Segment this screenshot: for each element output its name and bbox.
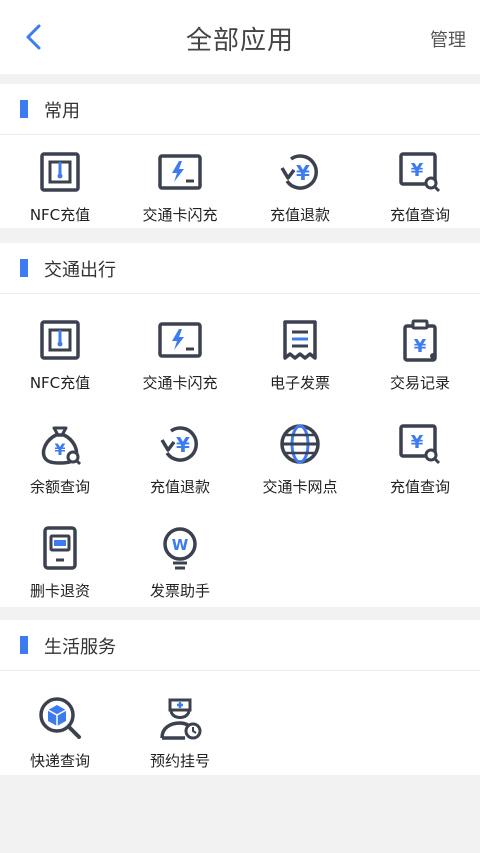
svg-text:¥: ¥ [54, 440, 65, 459]
app-item-e-invoice[interactable]: 电子发票 [240, 318, 360, 408]
app-item-nfc-recharge[interactable]: NFC充值 [0, 318, 120, 408]
invoice-icon [283, 320, 317, 360]
section-title: 交通出行 [44, 260, 116, 281]
nfc-card-icon [40, 152, 80, 192]
nurse-appointment-icon [160, 698, 202, 740]
svg-text:¥: ¥ [411, 432, 424, 453]
app-item-transaction-record[interactable]: ¥ 交易记录 [360, 318, 480, 408]
svg-text:W: W [172, 536, 189, 554]
phone-card-icon [43, 526, 77, 570]
recharge-query-icon: ¥ [399, 152, 441, 193]
section-marker [20, 100, 28, 118]
app-item-delete-card-refund[interactable]: 删卡退资 [0, 526, 120, 616]
section-title: 常用 [44, 101, 80, 122]
app-item-card-outlets[interactable]: 交通卡网点 [240, 422, 360, 512]
section-title: 生活服务 [44, 637, 116, 658]
app-item-invoice-assistant[interactable]: W 发票助手 [120, 526, 240, 616]
app-item-label: 电子发票 [269, 374, 330, 392]
app-item-label: 充值退款 [269, 206, 330, 224]
svg-text:¥: ¥ [414, 336, 427, 357]
app-item-label: 预约挂号 [149, 752, 210, 770]
flash-charge-icon [158, 154, 202, 190]
app-item-label: 充值退款 [149, 478, 210, 496]
navigation-bar: 全部应用 管理 [0, 0, 480, 74]
app-item-label: 交通卡闪充 [142, 374, 218, 392]
section-transport: 交通出行 NFC充值 交通卡闪充 电子发票 ¥ 交易记录 ¥ 余额查询 ¥ 充值退… [0, 243, 480, 607]
app-item-label: 交易记录 [389, 374, 450, 392]
app-item-label: 充值查询 [389, 478, 450, 496]
app-item-flash-charge[interactable]: 交通卡闪充 [120, 150, 240, 240]
app-item-label: 余额查询 [29, 478, 90, 496]
page-title: 全部应用 [185, 26, 294, 56]
svg-text:¥: ¥ [411, 160, 424, 181]
parcel-search-icon [39, 697, 81, 739]
svg-text:¥: ¥ [176, 433, 190, 457]
app-item-balance-query[interactable]: ¥ 余额查询 [0, 422, 120, 512]
section-header: 常用 [0, 84, 480, 135]
app-item-label: 删卡退资 [29, 582, 90, 600]
section-marker [20, 259, 28, 277]
svg-text:¥: ¥ [296, 161, 310, 185]
app-item-recharge-refund[interactable]: ¥ 充值退款 [120, 422, 240, 512]
app-item-label: 交通卡网点 [262, 478, 338, 496]
app-item-label: 充值查询 [389, 206, 450, 224]
section-life-services: 生活服务 快递查询 预约挂号 [0, 620, 480, 775]
recharge-query-icon: ¥ [399, 424, 441, 465]
refund-icon: ¥ [160, 426, 198, 462]
manage-button[interactable]: 管理 [430, 26, 466, 52]
app-item-appointment[interactable]: 预约挂号 [120, 696, 240, 786]
app-item-label: NFC充值 [29, 374, 91, 392]
app-item-label: NFC充值 [29, 206, 91, 224]
flash-charge-icon [158, 322, 202, 358]
section-marker [20, 636, 28, 654]
app-item-label: 发票助手 [149, 582, 210, 600]
section-header: 交通出行 [0, 243, 480, 294]
app-item-recharge-query[interactable]: ¥ 充值查询 [360, 150, 480, 240]
app-item-label: 交通卡闪充 [142, 206, 218, 224]
app-item-flash-charge[interactable]: 交通卡闪充 [120, 318, 240, 408]
lightbulb-icon: W [163, 527, 197, 570]
nfc-card-icon [40, 320, 80, 360]
clipboard-yuan-icon: ¥ [403, 319, 437, 362]
app-item-nfc-recharge[interactable]: NFC充值 [0, 150, 120, 240]
app-item-recharge-query[interactable]: ¥ 充值查询 [360, 422, 480, 512]
section-header: 生活服务 [0, 620, 480, 671]
section-common: 常用 NFC充值 交通卡闪充 ¥ 充值退款 ¥ 充值查询 [0, 84, 480, 228]
refund-icon: ¥ [280, 154, 318, 190]
app-item-express-query[interactable]: 快递查询 [0, 696, 120, 786]
globe-icon [280, 424, 320, 464]
money-bag-icon: ¥ [41, 426, 82, 466]
app-item-recharge-refund[interactable]: ¥ 充值退款 [240, 150, 360, 240]
app-item-label: 快递查询 [29, 752, 90, 770]
